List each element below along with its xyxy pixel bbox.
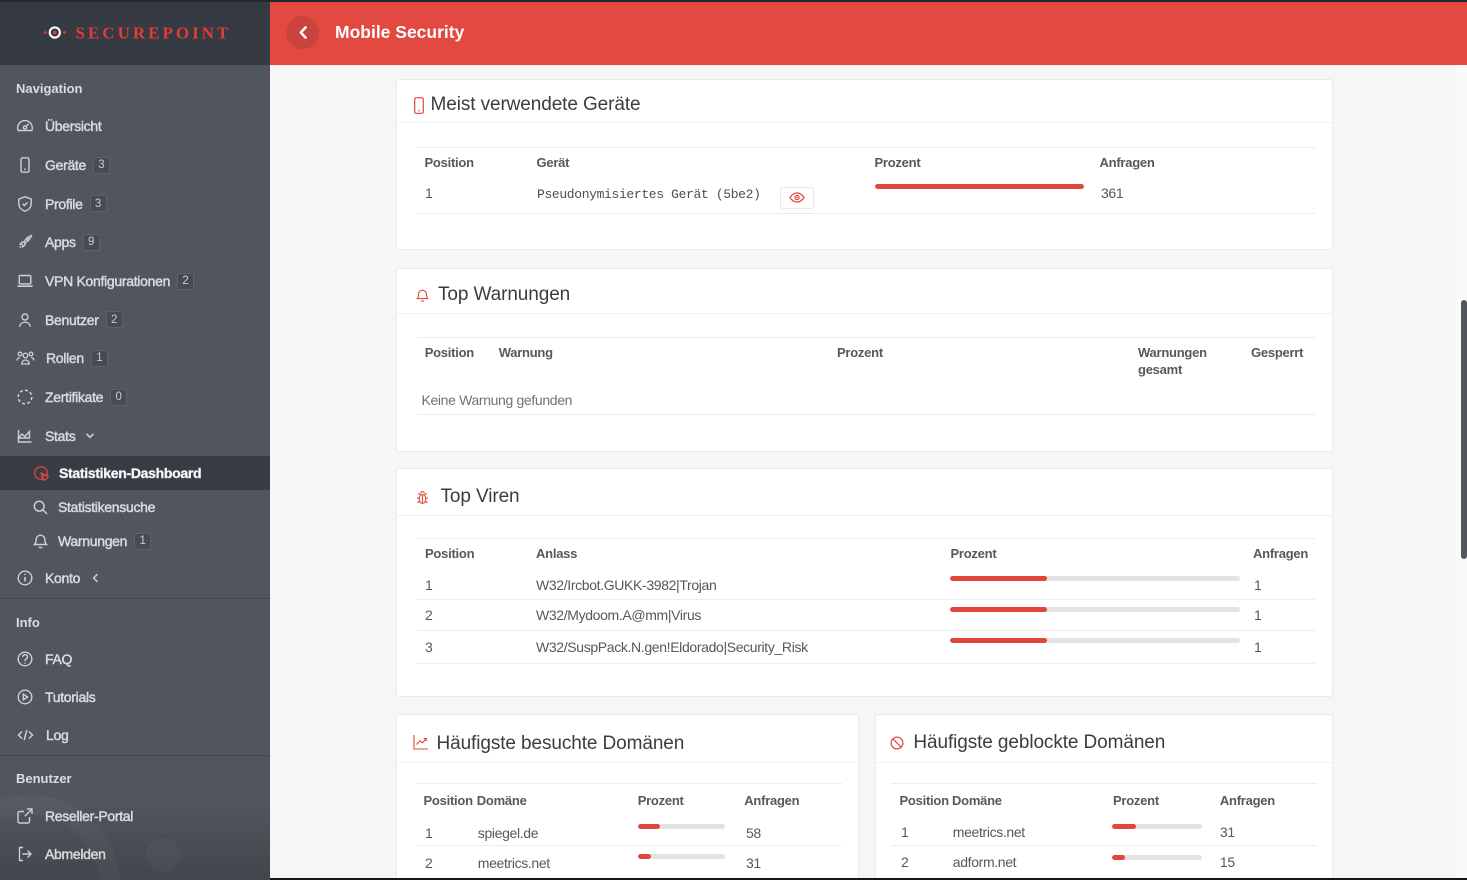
svg-text:SECUREPOINT: SECUREPOINT	[76, 24, 232, 43]
